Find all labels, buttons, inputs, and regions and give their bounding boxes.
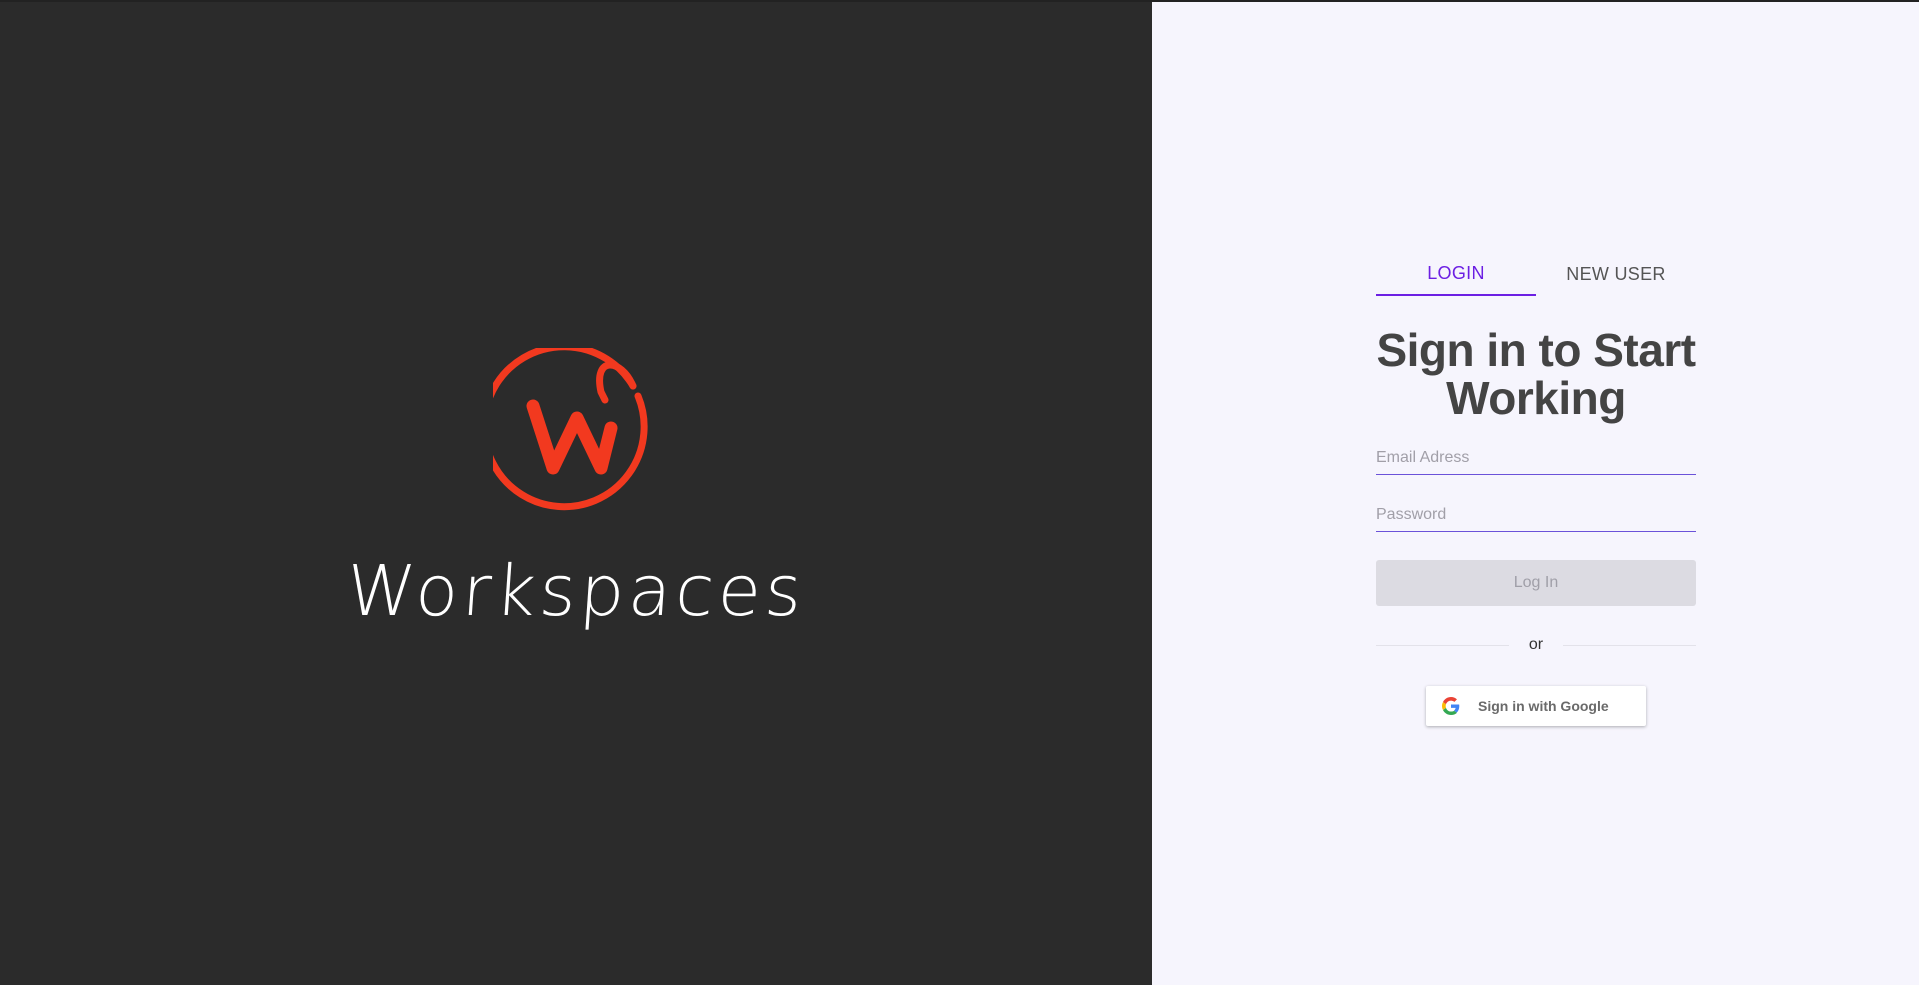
or-divider: or <box>1376 636 1697 654</box>
google-button-label: Sign in with Google <box>1478 698 1609 714</box>
password-field-container <box>1376 501 1696 532</box>
google-sign-in-button[interactable]: Sign in with Google <box>1426 686 1646 726</box>
auth-form: LOGIN NEW USER Sign in to Start Working … <box>1376 252 1696 726</box>
google-g-icon <box>1442 697 1460 715</box>
divider-line-right <box>1563 644 1697 646</box>
brand-name: Workspaces <box>343 550 809 632</box>
workspaces-logo-icon <box>493 348 648 511</box>
auth-tabs: LOGIN NEW USER <box>1376 252 1696 296</box>
tab-login[interactable]: LOGIN <box>1376 252 1536 296</box>
login-button[interactable]: Log In <box>1376 560 1696 606</box>
page-title: Sign in to Start Working <box>1376 324 1696 424</box>
email-field-container <box>1376 444 1696 475</box>
divider-line-left <box>1376 644 1509 646</box>
branding-panel: Workspaces <box>0 2 1152 985</box>
divider-label: or <box>1528 636 1544 653</box>
login-page: Workspaces LOGIN NEW USER Sign in to Sta… <box>0 0 1919 985</box>
email-field[interactable] <box>1376 444 1696 472</box>
password-field[interactable] <box>1376 501 1696 529</box>
auth-panel: LOGIN NEW USER Sign in to Start Working … <box>1152 2 1919 985</box>
tab-new-user[interactable]: NEW USER <box>1536 252 1696 296</box>
